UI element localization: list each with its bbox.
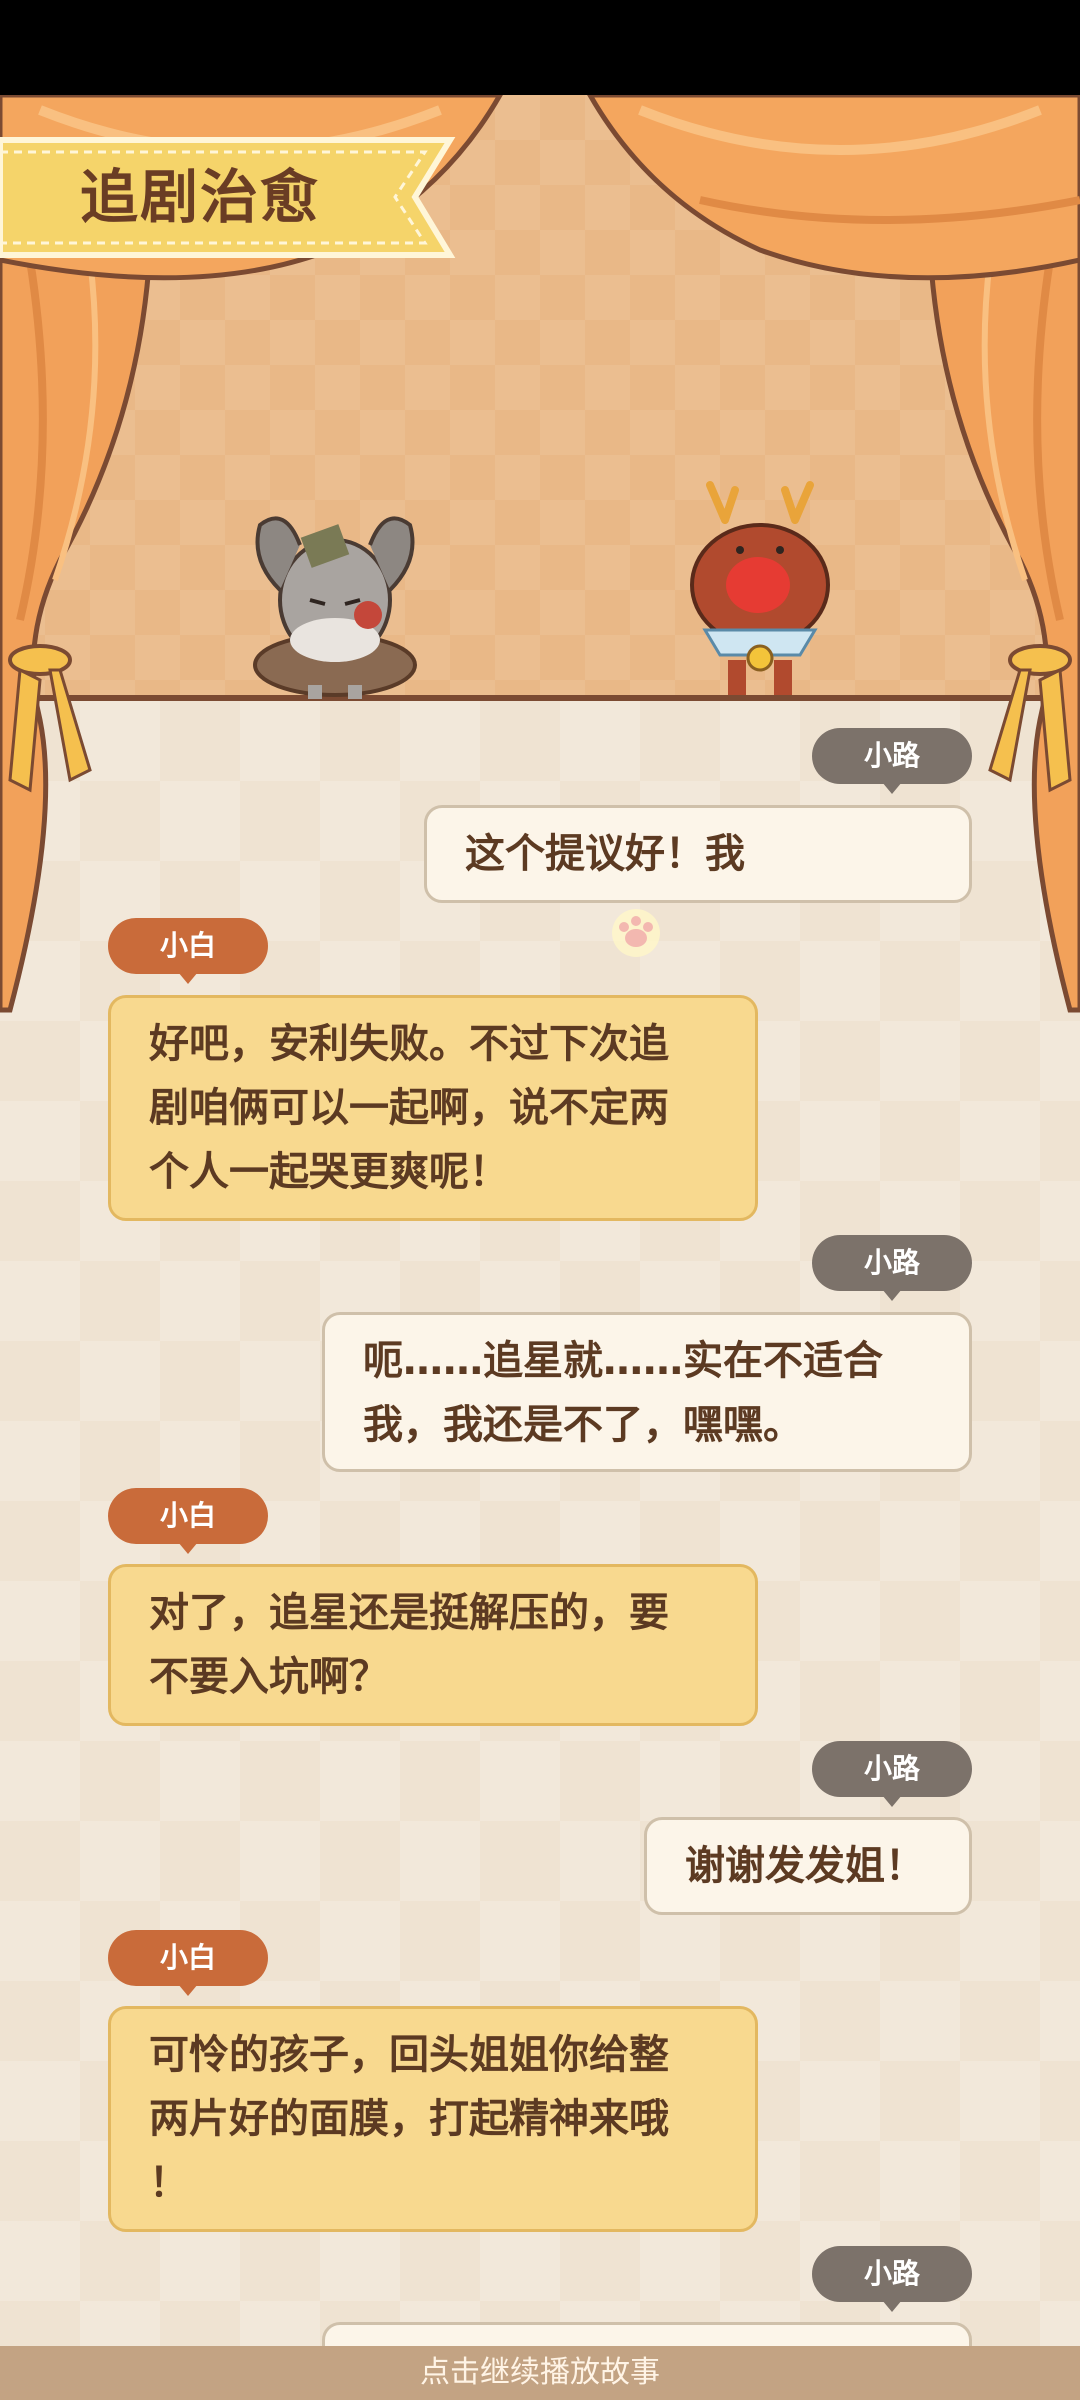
message-line: 不要入坑啊？ — [149, 1654, 389, 1700]
message-line: 对了，追星还是挺解压的，要 — [149, 1590, 669, 1636]
message-bubble[interactable]: 好吧，安利失败。不过下次追 剧咱俩可以一起啊，说不定两 个人一起哭更爽呢！ — [108, 995, 758, 1221]
message-bubble[interactable]: 对了，追星还是挺解压的，要 不要入坑啊？ — [108, 1564, 758, 1726]
status-bar — [0, 0, 1080, 95]
message-text: 这个提议好！我 — [465, 831, 745, 877]
message-line: 我，我还是不了，嘿嘿。 — [363, 1402, 803, 1448]
continue-story-button[interactable]: 点击继续播放故事 — [0, 2346, 1080, 2400]
message-line: 剧咱俩可以一起啊，说不定两 — [149, 1085, 669, 1131]
sheep-character-icon — [253, 516, 417, 699]
message-text: 谢谢发发姐！ — [685, 1843, 925, 1889]
stage-floor — [0, 695, 1080, 701]
speaker-tag-xiaobai: 小白 — [108, 918, 268, 984]
message-bubble[interactable]: 可怜的孩子，回头姐姐你给整 两片好的面膜，打起精神来哦 ！ — [108, 2006, 758, 2232]
speaker-tag-xiaolu: 小路 — [812, 1741, 972, 1807]
page-title: 追剧治愈 — [80, 163, 321, 231]
message-bubble[interactable]: 谢谢发发姐！ — [644, 1817, 972, 1915]
speaker-tag-xiaolu: 小路 — [812, 728, 972, 794]
speaker-tag-xiaobai: 小白 — [108, 1930, 268, 1996]
message-line: 呃……追星就……实在不适合 — [363, 1338, 883, 1384]
message-line: 两片好的面膜，打起精神来哦 — [149, 2096, 669, 2142]
message-line: ！ — [149, 2160, 189, 2206]
message-line: 可怜的孩子，回头姐姐你给整 — [149, 2032, 669, 2078]
paw-icon — [612, 909, 660, 957]
message-bubble[interactable]: 呃……追星就……实在不适合 我，我还是不了，嘿嘿。 — [322, 1312, 972, 1472]
speaker-tag-xiaolu: 小路 — [812, 1235, 972, 1301]
message-line: 好吧，安利失败。不过下次追 — [149, 1021, 669, 1067]
speaker-tag-xiaobai: 小白 — [108, 1488, 268, 1554]
message-bubble[interactable]: 这个提议好！我 — [424, 805, 972, 903]
speaker-tag-xiaolu: 小路 — [812, 2246, 972, 2312]
message-line: 个人一起哭更爽呢！ — [149, 1149, 509, 1195]
deer-character-icon — [690, 481, 830, 695]
